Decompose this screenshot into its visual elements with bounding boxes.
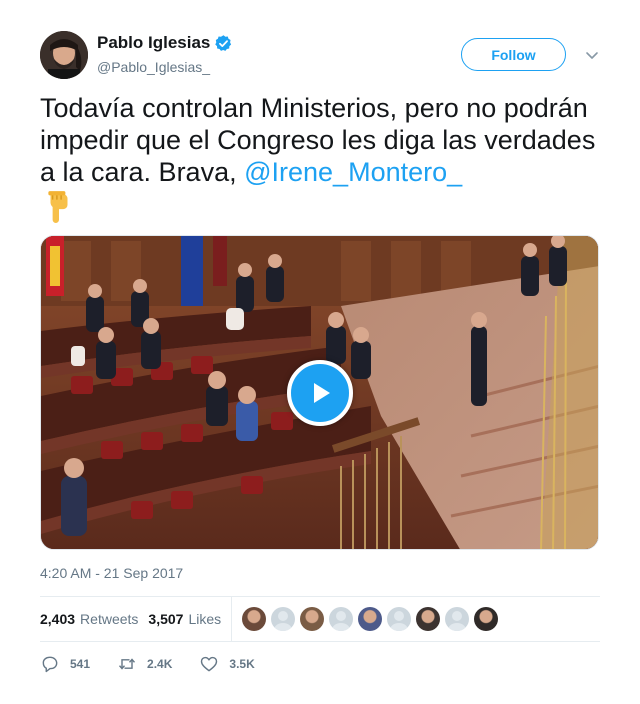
divider <box>40 641 600 642</box>
reply-count: 541 <box>70 657 91 671</box>
retweet-action[interactable]: 2.4K <box>117 654 172 674</box>
liker-avatar[interactable] <box>329 607 354 631</box>
verified-badge-icon <box>215 34 232 51</box>
liker-avatar[interactable] <box>387 607 412 631</box>
likes-stat[interactable]: 3,507 Likes <box>148 611 221 627</box>
play-icon <box>314 383 330 403</box>
reply-action[interactable]: 541 <box>40 654 90 674</box>
author-names: Pablo Iglesias @Pablo_Iglesias_ <box>97 33 233 75</box>
liker-avatar[interactable] <box>271 607 296 631</box>
retweets-label: Retweets <box>80 611 139 627</box>
tweet-stats: 2,403 Retweets 3,507 Likes <box>40 597 600 641</box>
author-avatar[interactable] <box>40 31 88 79</box>
tweet-header: Pablo Iglesias @Pablo_Iglesias_ Follow <box>40 31 600 79</box>
liker-avatar[interactable] <box>358 607 383 631</box>
tweet-text: Todavía controlan Ministerios, pero no p… <box>40 92 605 224</box>
liker-avatar[interactable] <box>242 607 267 631</box>
author-display-name[interactable]: Pablo Iglesias <box>97 33 210 53</box>
liker-avatar[interactable] <box>416 607 441 631</box>
like-count: 3.5K <box>229 657 255 671</box>
liker-avatars <box>242 607 503 631</box>
liker-avatar[interactable] <box>300 607 325 631</box>
retweets-count: 2,403 <box>40 611 76 627</box>
liker-avatar[interactable] <box>474 607 499 631</box>
likes-label: Likes <box>188 611 222 627</box>
heart-icon <box>201 656 218 672</box>
author-handle[interactable]: @Pablo_Iglesias_ <box>97 59 233 75</box>
stats-separator <box>231 597 233 641</box>
like-action[interactable]: 3.5K <box>199 654 255 674</box>
reply-icon <box>42 656 58 673</box>
likes-count: 3,507 <box>148 611 184 627</box>
follow-button[interactable]: Follow <box>461 38 566 71</box>
liker-avatar[interactable] <box>445 607 470 631</box>
play-button[interactable] <box>287 360 353 426</box>
retweets-stat[interactable]: 2,403 Retweets <box>40 611 138 627</box>
tweet-actions: 541 2.4K 3.5K <box>40 652 282 676</box>
chevron-down-icon[interactable] <box>584 47 600 63</box>
video-player[interactable] <box>40 235 599 550</box>
mention-link[interactable]: @Irene_Montero_ <box>244 157 462 187</box>
retweet-count: 2.4K <box>147 657 173 671</box>
retweet-icon <box>118 658 136 670</box>
tweet-timestamp[interactable]: 4:20 AM - 21 Sep 2017 <box>40 565 183 581</box>
pointing-down-hand-icon <box>48 191 68 223</box>
